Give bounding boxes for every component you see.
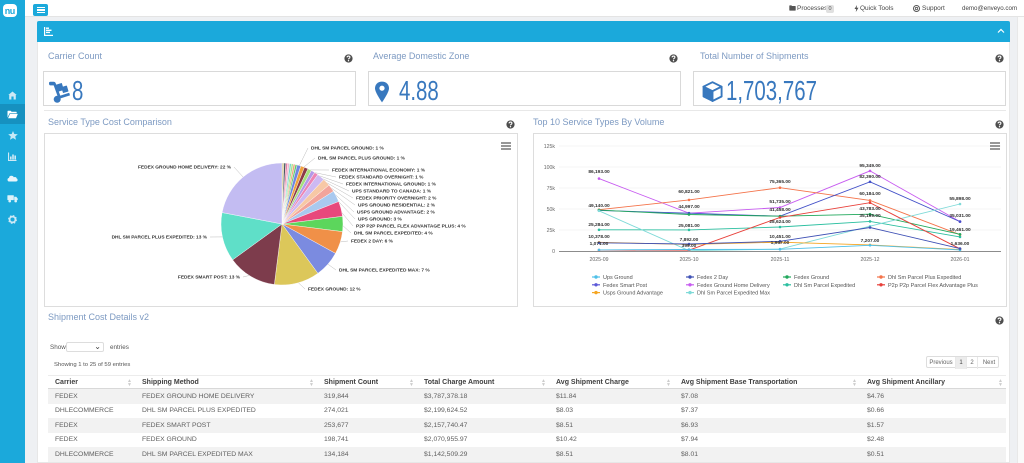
svg-text:51,735.00: 51,735.00 bbox=[769, 199, 791, 205]
svg-text:FEDEX GROUND: 12 %: FEDEX GROUND: 12 % bbox=[308, 287, 361, 293]
svg-text:7,207.00: 7,207.00 bbox=[861, 238, 880, 244]
svg-text:19,461.00: 19,461.00 bbox=[949, 227, 971, 233]
svg-text:82,390.00: 82,390.00 bbox=[859, 174, 881, 180]
svg-text:P2p P2p Parcel Flex Advantage: P2p P2p Parcel Flex Advantage Plus bbox=[888, 283, 978, 289]
svg-text:Fedex Ground: Fedex Ground bbox=[794, 275, 829, 281]
svg-text:86,193.00: 86,193.00 bbox=[588, 169, 610, 175]
svg-text:Usps Ground Advantage: Usps Ground Advantage bbox=[603, 291, 663, 297]
svg-text:Fedex Smart Post: Fedex Smart Post bbox=[603, 283, 647, 289]
svg-text:1,071.00: 1,071.00 bbox=[590, 241, 609, 247]
svg-text:2025-12: 2025-12 bbox=[860, 257, 879, 263]
svg-text:Ups Ground: Ups Ground bbox=[603, 275, 633, 281]
svg-text:2025-10: 2025-10 bbox=[679, 257, 698, 263]
svg-text:Fedex 2 Day: Fedex 2 Day bbox=[697, 275, 728, 281]
svg-text:2026-01: 2026-01 bbox=[950, 257, 969, 263]
svg-text:UPS GROUND RESIDENTIAL: 2 %: UPS GROUND RESIDENTIAL: 2 % bbox=[358, 203, 436, 209]
svg-text:399.00: 399.00 bbox=[682, 243, 697, 249]
svg-text:41,458.00: 41,458.00 bbox=[769, 207, 791, 213]
svg-text:7,892.00: 7,892.00 bbox=[680, 237, 699, 243]
svg-text:60,821.00: 60,821.00 bbox=[678, 189, 700, 195]
svg-text:FEDEX SMART POST: 13 %: FEDEX SMART POST: 13 % bbox=[178, 275, 241, 281]
svg-text:1,967.00: 1,967.00 bbox=[771, 240, 790, 246]
svg-text:60,184.00: 60,184.00 bbox=[859, 191, 881, 197]
svg-text:1,636.00: 1,636.00 bbox=[951, 241, 970, 247]
svg-text:50k: 50k bbox=[547, 207, 556, 213]
svg-text:2025-09: 2025-09 bbox=[589, 257, 608, 263]
svg-text:FEDEX 2 DAY: 6 %: FEDEX 2 DAY: 6 % bbox=[351, 239, 394, 245]
svg-text:55,898.00: 55,898.00 bbox=[949, 196, 971, 202]
svg-text:FEDEX INTERNATIONAL ECONOMY: 1: FEDEX INTERNATIONAL ECONOMY: 1 % bbox=[332, 168, 426, 174]
svg-text:95,349.00: 95,349.00 bbox=[859, 163, 881, 169]
svg-text:DHL SM PARCEL EXPEDITED MAX: 7: DHL SM PARCEL EXPEDITED MAX: 7 % bbox=[339, 268, 430, 274]
svg-text:Dhl Sm Parcel Expedited: Dhl Sm Parcel Expedited bbox=[794, 283, 855, 289]
svg-text:Dhl Sm Parcel Expedited Max: Dhl Sm Parcel Expedited Max bbox=[697, 291, 770, 297]
svg-text:UPS STANDARD TO CANADA: 1 %: UPS STANDARD TO CANADA: 1 % bbox=[352, 189, 432, 195]
svg-text:28,624.00: 28,624.00 bbox=[769, 219, 791, 225]
svg-text:25,284.00: 25,284.00 bbox=[588, 222, 610, 228]
svg-text:Dhl Sm Parcel Plus Expedited: Dhl Sm Parcel Plus Expedited bbox=[888, 275, 961, 281]
svg-text:FEDEX STANDARD OVERNIGHT: 1 %: FEDEX STANDARD OVERNIGHT: 1 % bbox=[339, 175, 424, 181]
svg-text:P2P P2P PARCEL FLEX ADVANTAGE: P2P P2P PARCEL FLEX ADVANTAGE PLUS: 4 % bbox=[356, 224, 466, 230]
svg-text:25k: 25k bbox=[547, 228, 556, 234]
svg-text:DHL SM PARCEL EXPEDITED: 4 %: DHL SM PARCEL EXPEDITED: 4 % bbox=[354, 231, 433, 237]
svg-text:75,365.00: 75,365.00 bbox=[769, 179, 791, 185]
svg-text:44,997.00: 44,997.00 bbox=[678, 204, 700, 210]
svg-text:2025-11: 2025-11 bbox=[771, 257, 790, 263]
svg-text:75k: 75k bbox=[547, 186, 556, 192]
svg-text:DHL SM PARCEL PLUS GROUND: 1 %: DHL SM PARCEL PLUS GROUND: 1 % bbox=[318, 156, 406, 162]
svg-text:35,199.00: 35,199.00 bbox=[859, 213, 881, 219]
svg-text:FEDEX PRIORITY OVERNIGHT: 2 %: FEDEX PRIORITY OVERNIGHT: 2 % bbox=[356, 196, 437, 202]
svg-text:10,378.00: 10,378.00 bbox=[588, 234, 610, 240]
svg-text:100k: 100k bbox=[544, 165, 556, 171]
svg-text:35,031.00: 35,031.00 bbox=[949, 213, 971, 219]
svg-text:DHL SM PARCEL GROUND: 1 %: DHL SM PARCEL GROUND: 1 % bbox=[311, 146, 384, 152]
svg-text:DHL SM PARCEL PLUS EXPEDITED:: DHL SM PARCEL PLUS EXPEDITED: 13 % bbox=[112, 235, 208, 241]
svg-text:49,140.00: 49,140.00 bbox=[588, 203, 610, 209]
svg-text:43,783.00: 43,783.00 bbox=[859, 206, 881, 212]
svg-text:FEDEX GROUND HOME DELIVERY: 22: FEDEX GROUND HOME DELIVERY: 22 % bbox=[138, 165, 232, 171]
svg-text:125k: 125k bbox=[544, 144, 556, 150]
svg-text:0: 0 bbox=[552, 249, 555, 255]
svg-text:UPS GROUND: 3 %: UPS GROUND: 3 % bbox=[358, 217, 402, 223]
svg-text:25,081.00: 25,081.00 bbox=[678, 223, 700, 229]
svg-text:FEDEX INTERNATIONAL GROUND: 1: FEDEX INTERNATIONAL GROUND: 1 % bbox=[346, 182, 437, 188]
svg-text:USPS GROUND ADVANTAGE: 2 %: USPS GROUND ADVANTAGE: 2 % bbox=[357, 210, 435, 216]
svg-text:10,451.00: 10,451.00 bbox=[769, 234, 791, 240]
svg-text:Fedex Ground Home Delivery: Fedex Ground Home Delivery bbox=[697, 283, 770, 289]
